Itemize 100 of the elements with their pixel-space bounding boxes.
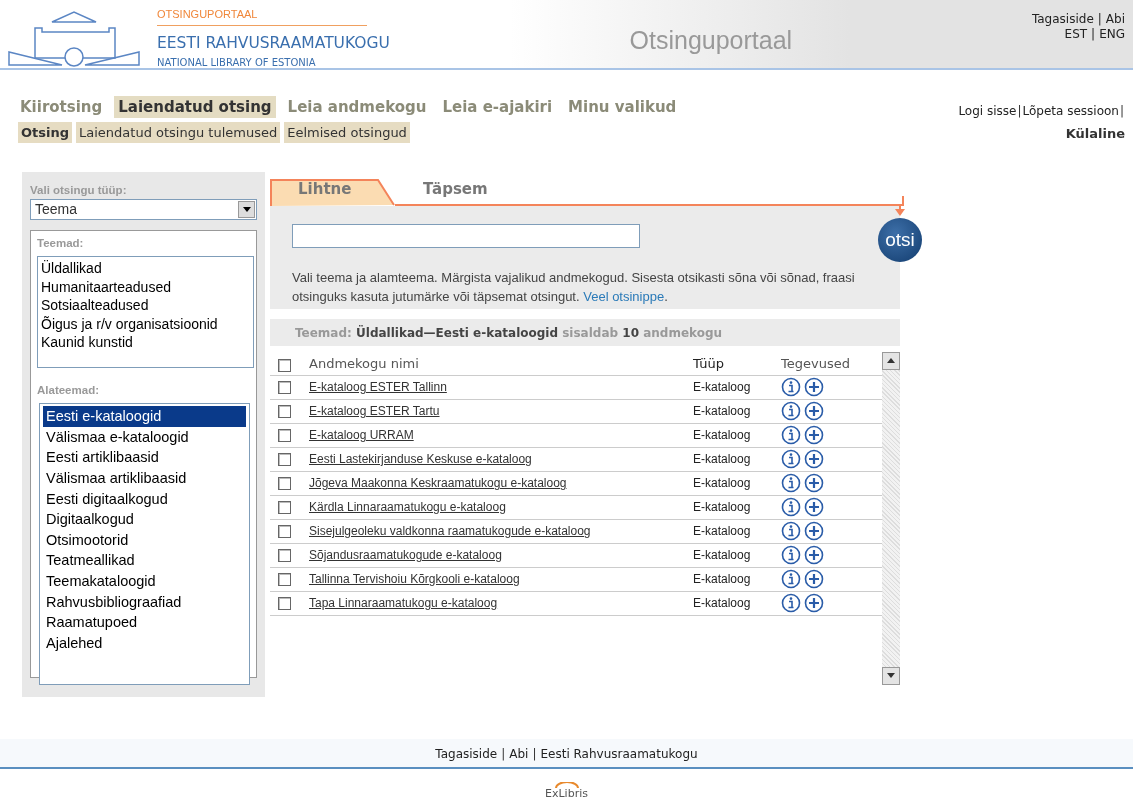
link[interactable]: EST <box>1064 27 1088 41</box>
row-checkbox[interactable] <box>278 380 291 394</box>
add-icon[interactable] <box>804 521 824 541</box>
list-option[interactable]: Eesti digitaalkogud <box>43 488 246 510</box>
nav-tab[interactable]: Laiendatud otsing <box>114 96 276 118</box>
table-cell-text: E-kataloog <box>693 595 752 612</box>
database-link[interactable]: Sisejulgeoleku valdkonna raamatukogude e-kataloog <box>309 524 591 538</box>
list-option[interactable]: Rahvusbibliograafiad <box>43 591 246 613</box>
add-icon[interactable] <box>804 449 824 469</box>
subnav-tab[interactable]: Otsing <box>18 122 73 143</box>
scroll-up-icon <box>887 358 895 363</box>
user-name: Külaline <box>1064 125 1125 143</box>
list-option[interactable]: Eesti artiklibaasid <box>43 447 246 469</box>
database-link[interactable]: Tallinna Tervishoiu Kõrgkooli e-kataloog <box>309 572 520 586</box>
separator: | <box>1119 103 1124 120</box>
scroll-down-icon <box>887 673 895 678</box>
separator: | <box>1091 27 1096 41</box>
link[interactable]: Lõpeta sessioon <box>1022 102 1119 120</box>
table-cell-text: E-kataloog <box>693 523 752 540</box>
row-checkbox[interactable] <box>278 572 291 586</box>
caret-down-icon <box>242 206 251 212</box>
row-checkbox[interactable] <box>278 500 291 514</box>
info-icon[interactable] <box>781 425 801 445</box>
link[interactable]: Abi <box>509 746 529 761</box>
row-checkbox[interactable] <box>278 524 291 538</box>
list-option[interactable]: Teatmeallikad <box>43 550 246 571</box>
database-link[interactable]: Jõgeva Maakonna Keskraamatukogu e-kataloog <box>309 476 567 490</box>
column-header: Tüüp <box>693 355 725 373</box>
info-icon[interactable] <box>781 401 801 421</box>
row-checkbox[interactable] <box>278 428 291 442</box>
info-icon[interactable] <box>781 497 801 517</box>
list-option[interactable]: Ajalehed <box>43 632 246 654</box>
table-cell-text: E-kataloog <box>693 571 752 588</box>
database-link[interactable]: Kärdla Linnaraamatukogu e-kataloog <box>309 500 506 514</box>
topics-listbox[interactable]: Üldallikad Humanitaarteadused Sotsiaalteadused Õigus ja r/v organisatsioonid Kaunid kunstid <box>37 256 254 368</box>
add-icon[interactable] <box>804 377 824 397</box>
info-icon[interactable] <box>781 569 801 589</box>
row-checkbox[interactable] <box>278 548 291 562</box>
list-option[interactable]: Teemakataloogid <box>43 571 246 592</box>
list-option[interactable]: Digitaalkogud <box>43 509 246 530</box>
row-checkbox[interactable] <box>278 404 291 418</box>
add-icon[interactable] <box>804 593 824 613</box>
add-icon[interactable] <box>804 545 824 565</box>
info-icon[interactable] <box>781 377 801 397</box>
database-link[interactable]: Sõjandusraamatukogude e-kataloog <box>309 548 502 562</box>
link[interactable]: ENG <box>1099 27 1125 41</box>
field-label: Teemad: <box>37 235 85 251</box>
link[interactable]: Eesti Rahvusraamatukogu <box>540 746 698 761</box>
list-option[interactable]: Sotsiaalteadused <box>41 296 250 315</box>
link[interactable]: Tagasiside <box>1031 12 1094 26</box>
search-button[interactable]: otsi <box>878 217 922 262</box>
add-icon[interactable] <box>804 497 824 517</box>
list-option[interactable]: Raamatupoed <box>43 612 246 633</box>
subnav-tab[interactable]: Eelmised otsingud <box>284 122 410 143</box>
info-icon[interactable] <box>781 449 801 469</box>
info-icon[interactable] <box>781 473 801 493</box>
list-option[interactable]: Üldallikad <box>41 259 250 278</box>
brand-kicker: OTSINGUPORTAAL <box>157 0 367 26</box>
database-link[interactable]: E-kataloog URRAM <box>309 428 414 442</box>
search-field[interactable] <box>292 223 640 248</box>
column-header: Andmekogu nimi <box>309 355 420 373</box>
field-label: Vali otsingu tüüp: <box>30 182 128 198</box>
info-icon[interactable] <box>781 545 801 565</box>
link[interactable]: Abi <box>1105 12 1125 26</box>
list-option[interactable]: Välismaa e-kataloogid <box>43 426 246 448</box>
info-icon[interactable] <box>781 521 801 541</box>
add-icon[interactable] <box>804 401 824 421</box>
list-option[interactable]: Kaunid kunstid <box>41 333 250 352</box>
list-option[interactable]: Eesti e-kataloogid <box>43 406 246 427</box>
database-link[interactable]: E-kataloog ESTER Tartu <box>309 404 440 418</box>
list-option[interactable]: Välismaa artiklibaasid <box>43 468 246 489</box>
table-cell-text: E-kataloog <box>693 427 752 444</box>
select-all-checkbox[interactable] <box>278 358 291 372</box>
row-checkbox[interactable] <box>278 596 291 610</box>
subnav-tab[interactable]: Laiendatud otsingu tulemused <box>76 122 281 143</box>
table-cell-text: E-kataloog <box>693 403 752 420</box>
list-option[interactable]: Õigus ja r/v organisatsioonid <box>41 314 250 333</box>
search-type-select[interactable]: Teema <box>30 198 257 220</box>
list-option[interactable]: Otsimootorid <box>43 529 246 551</box>
table-cell-text: E-kataloog <box>693 451 752 468</box>
database-link[interactable]: E-kataloog ESTER Tallinn <box>309 380 447 394</box>
vendor-logo: ExLibris <box>545 787 588 799</box>
add-icon[interactable] <box>804 425 824 445</box>
table-cell-text: E-kataloog <box>693 475 752 492</box>
row-checkbox[interactable] <box>278 476 291 490</box>
row-checkbox[interactable] <box>278 452 291 466</box>
brand-subtitle: NATIONAL LIBRARY OF ESTONIA <box>157 55 317 70</box>
database-link[interactable]: Tapa Linnaraamatukogu e-kataloog <box>309 596 498 610</box>
list-option[interactable]: Humanitaarteadused <box>41 277 250 296</box>
info-icon[interactable] <box>781 593 801 613</box>
subtopics-listbox[interactable] <box>39 403 250 686</box>
database-link[interactable]: Eesti Lastekirjanduse Keskuse e-kataloog <box>309 452 532 466</box>
table-cell-text: E-kataloog <box>693 379 752 396</box>
add-icon[interactable] <box>804 569 824 589</box>
link[interactable]: Tagasiside <box>435 746 498 761</box>
link[interactable]: Logi sisse <box>958 102 1017 120</box>
arc-logo-icon <box>554 781 579 788</box>
scrollbar[interactable] <box>882 351 900 685</box>
field-label: Alateemad: <box>37 383 100 398</box>
add-icon[interactable] <box>804 473 824 493</box>
